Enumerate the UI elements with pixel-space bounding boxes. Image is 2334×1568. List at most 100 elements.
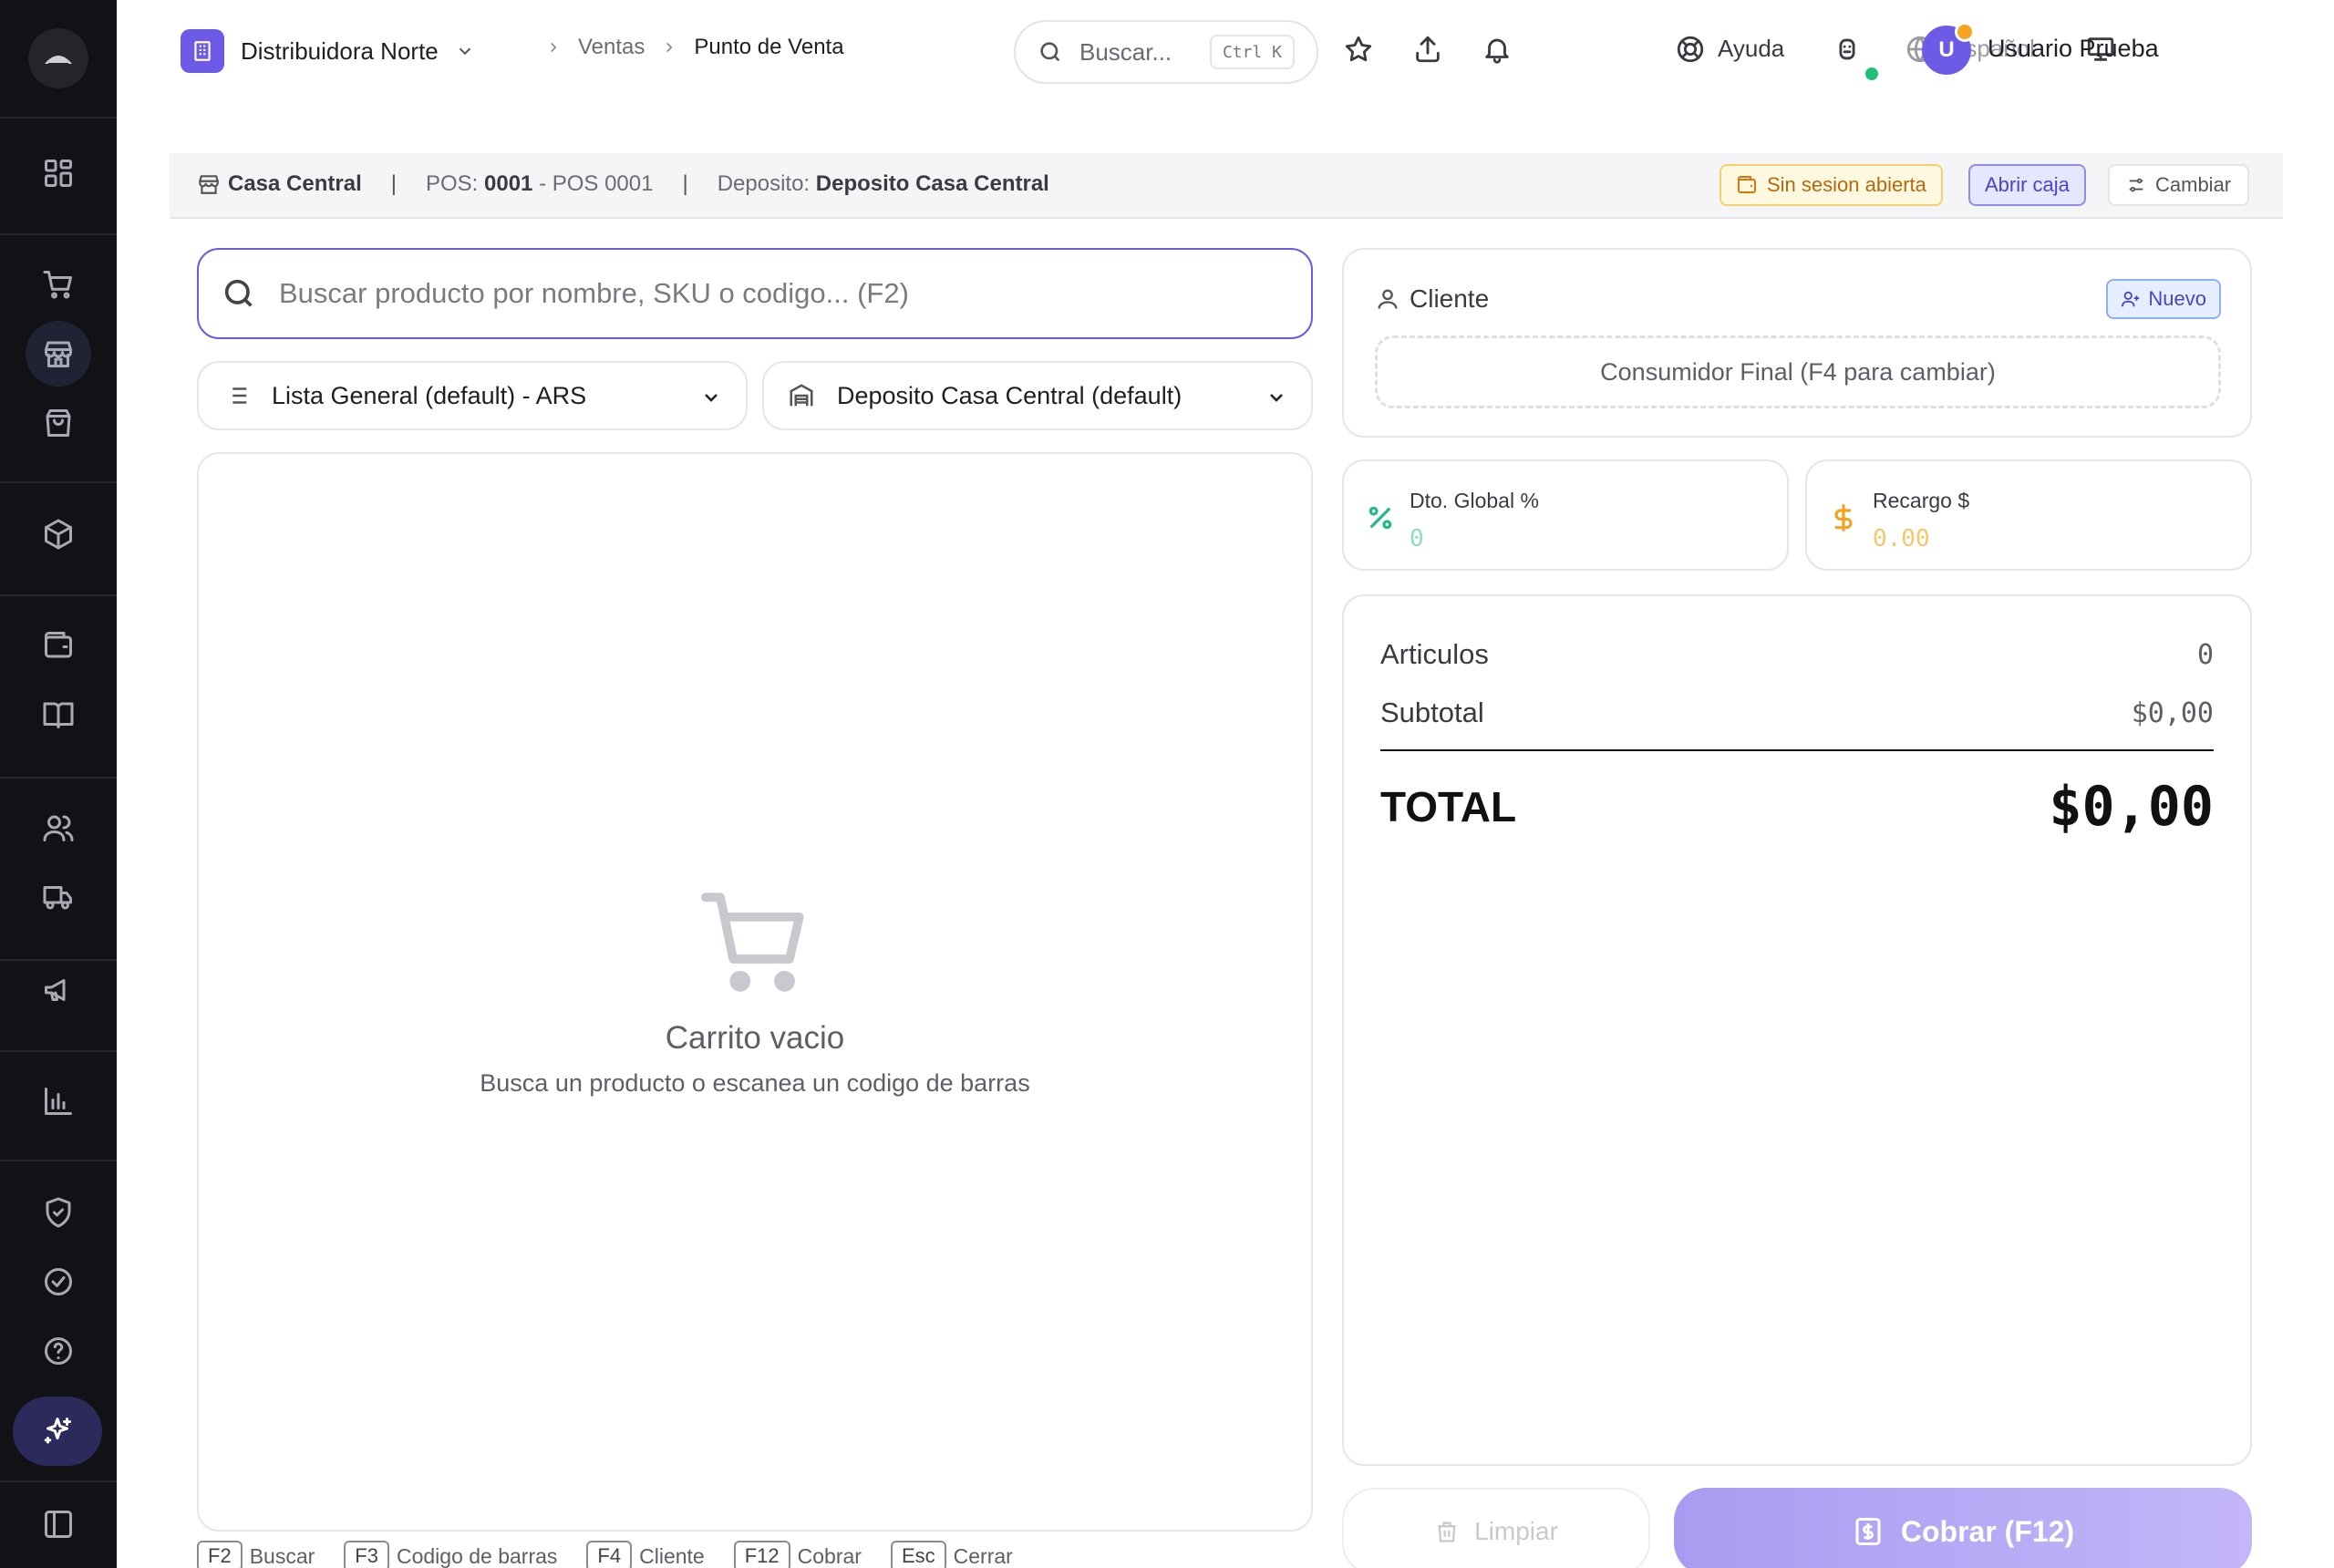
org-switcher[interactable]: Distribuidora Norte — [181, 29, 475, 73]
client-card: Cliente Nuevo Consumidor Final (F4 para … — [1342, 248, 2252, 438]
building-icon — [181, 29, 224, 73]
sidebar-item-help[interactable] — [26, 1318, 91, 1384]
subtotal-row: Subtotal $0,00 — [1380, 696, 2214, 729]
ai-assistant-button[interactable] — [13, 1397, 102, 1466]
pos-name: - POS 0001 — [539, 171, 654, 196]
pos-app: Distribuidora Norte Ventas Punto de Vent… — [0, 0, 2334, 1568]
export-button[interactable] — [1410, 31, 1446, 67]
warehouse-select[interactable]: Deposito Casa Central (default) — [762, 361, 1313, 430]
assistant-status-button[interactable] — [1829, 31, 1865, 67]
shortcut-label: Cobrar — [797, 1543, 862, 1568]
pos-label: POS: — [425, 171, 479, 196]
sidebar-item-accounting[interactable] — [26, 682, 91, 748]
deposit-label: Deposito: — [717, 171, 811, 196]
global-discount-value[interactable]: 0 — [1410, 525, 1424, 552]
bell-icon — [1485, 38, 1509, 64]
wallet-icon — [1738, 176, 1756, 193]
global-search[interactable]: Buscar... Ctrl K — [1014, 20, 1318, 84]
megaphone-icon — [45, 979, 66, 1001]
logo-icon — [45, 56, 72, 65]
favorites-button[interactable] — [1340, 31, 1377, 67]
info-separator: | — [390, 171, 397, 196]
shortcut-key: Esc — [890, 1541, 946, 1568]
items-value: 0 — [2196, 638, 2214, 671]
sparkles-icon — [44, 1418, 71, 1444]
session-status-label: Sin sesion abierta — [1767, 173, 1926, 196]
truck-icon — [43, 886, 72, 910]
help-label[interactable]: Ayuda — [1718, 35, 1784, 63]
subtotal-value: $0,00 — [2131, 696, 2214, 729]
warehouse-icon — [790, 384, 813, 407]
help-button[interactable] — [1672, 31, 1709, 67]
collapse-sidebar-button[interactable] — [26, 1491, 91, 1557]
sidebar-item-finance[interactable] — [26, 613, 91, 678]
user-icon — [1378, 289, 1398, 309]
cart-empty-state: Carrito vacio Busca un producto o escane… — [199, 882, 1311, 1098]
star-icon — [1345, 36, 1372, 62]
new-client-button[interactable]: Nuevo — [2106, 279, 2221, 319]
sidebar-item-purchases[interactable] — [26, 390, 91, 456]
subtotal-label: Subtotal — [1380, 696, 1484, 728]
global-discount-field[interactable]: Dto. Global % 0 — [1342, 459, 1789, 571]
sidebar-divider — [0, 1160, 117, 1161]
shortcut-barcode: F3 Codigo de barras — [344, 1541, 557, 1568]
settings-sliders-icon — [2129, 178, 2143, 192]
trash-icon — [1438, 1522, 1456, 1542]
list-icon — [227, 387, 247, 404]
sidebar-item-reports[interactable] — [26, 1068, 91, 1134]
clear-cart-button[interactable]: Limpiar — [1342, 1488, 1650, 1568]
breadcrumb-current: Punto de Venta — [694, 35, 844, 59]
shortcut-key: F3 — [344, 1541, 389, 1568]
search-icon — [1040, 42, 1060, 62]
sidebar-item-products[interactable] — [26, 501, 91, 567]
help-circle-icon — [45, 1337, 72, 1365]
chevron-right-icon — [666, 42, 673, 53]
dashboard-icon — [45, 160, 72, 187]
product-search-input[interactable] — [279, 277, 1264, 310]
new-client-label: Nuevo — [2148, 287, 2206, 310]
check-circle-icon — [45, 1268, 72, 1295]
sidebar-item-dashboard[interactable] — [26, 140, 91, 206]
chevron-down-icon — [1270, 394, 1283, 402]
open-register-button[interactable]: Abrir caja — [1968, 164, 2086, 206]
surcharge-field[interactable]: Recargo $ 0.00 — [1805, 459, 2252, 571]
shortcut-label: Cerrar — [953, 1543, 1013, 1568]
sidebar-item-marketing[interactable] — [26, 957, 91, 1023]
notifications-button[interactable] — [1479, 31, 1515, 67]
cash-register-icon — [1855, 1518, 1881, 1545]
sidebar-item-tasks[interactable] — [26, 1249, 91, 1315]
dollar-icon — [1834, 504, 1853, 531]
users-icon — [43, 815, 74, 841]
shortcut-pay: F12 Cobrar — [733, 1541, 862, 1568]
chevron-right-icon — [551, 42, 557, 53]
sidebar-item-sales[interactable] — [26, 252, 91, 317]
sidebar-item-customers[interactable] — [26, 795, 91, 861]
client-selector[interactable]: Consumidor Final (F4 para cambiar) — [1375, 335, 2221, 408]
surcharge-value[interactable]: 0.00 — [1873, 525, 1930, 552]
items-row: Articulos 0 — [1380, 638, 2214, 671]
breadcrumb: Ventas Punto de Venta — [529, 35, 844, 60]
clear-cart-label: Limpiar — [1474, 1517, 1558, 1545]
user-name[interactable]: Usuario Prueba — [1988, 35, 2159, 63]
sidebar-divider — [0, 1050, 117, 1052]
total-row: TOTAL $0,00 — [1380, 775, 2214, 839]
shopping-bag-icon — [46, 409, 71, 437]
product-search[interactable] — [197, 248, 1313, 339]
price-list-select[interactable]: Lista General (default) - ARS — [197, 361, 748, 430]
store-icon — [45, 341, 72, 367]
branch-name: Casa Central — [228, 171, 362, 196]
shortcut-key: F12 — [733, 1541, 790, 1568]
chart-icon — [45, 1088, 72, 1115]
change-pos-button[interactable]: Cambiar — [2108, 164, 2250, 206]
keyboard-shortcuts: F2 Buscar F3 Codigo de barras F4 Cliente F1… — [197, 1541, 1042, 1568]
breadcrumb-ventas[interactable]: Ventas — [578, 35, 645, 60]
items-label: Articulos — [1380, 638, 1489, 670]
deposit-name: Deposito Casa Central — [815, 171, 1049, 196]
sidebar-item-pos[interactable] — [26, 321, 91, 387]
logo[interactable] — [28, 28, 88, 88]
sidebar-item-suppliers[interactable] — [26, 864, 91, 930]
sidebar-divider — [0, 777, 117, 779]
surcharge-label: Recargo $ — [1873, 489, 1970, 512]
pay-button[interactable]: Cobrar (F12) — [1674, 1488, 2252, 1568]
sidebar-item-security[interactable] — [26, 1180, 91, 1245]
